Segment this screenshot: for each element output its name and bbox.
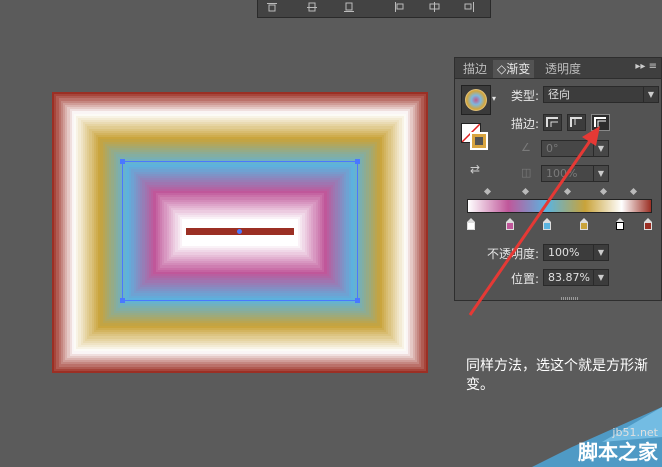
angle-input[interactable]: 0° ▼: [541, 140, 609, 157]
apply-gradient-across-stroke-button[interactable]: [591, 114, 610, 131]
panel-tab-bar: 描边 ◇渐变 透明度 ▸▸ ≡: [455, 58, 661, 79]
chevron-down-icon: ▼: [593, 166, 608, 181]
gradient-stop[interactable]: [543, 218, 552, 230]
align-vertical-center-icon[interactable]: [306, 2, 318, 12]
gradient-panel: 描边 ◇渐变 透明度 ▸▸ ≡ ▾ ⇄ 类型: 径向 ▼ 描边: ∠ 0° ▼ …: [454, 57, 662, 301]
selection-handle[interactable]: [120, 159, 125, 164]
align-top-icon[interactable]: [266, 2, 278, 12]
panel-resize-grip[interactable]: [561, 297, 579, 300]
selection-handle[interactable]: [355, 159, 360, 164]
opacity-input[interactable]: 100% ▼: [543, 244, 609, 261]
aspect-ratio-value: 100%: [546, 167, 578, 180]
gradient-stop[interactable]: [505, 218, 514, 230]
gradient-midpoint[interactable]: [483, 187, 492, 196]
location-value: 83.87%: [548, 271, 590, 284]
gradient-stop[interactable]: [580, 218, 589, 230]
stroke-label: 描边:: [511, 117, 540, 131]
opacity-value: 100%: [548, 246, 580, 259]
tab-transparency[interactable]: 透明度: [541, 60, 585, 78]
distribute-center-icon[interactable]: [428, 2, 440, 12]
gradient-midpoint[interactable]: [599, 187, 608, 196]
selection-handle[interactable]: [355, 298, 360, 303]
distribute-left-icon[interactable]: [393, 2, 405, 12]
location-input[interactable]: 83.87% ▼: [543, 269, 609, 286]
aspect-ratio-icon: ◫: [521, 166, 532, 179]
tab-gradient[interactable]: ◇渐变: [493, 60, 535, 78]
chevron-down-icon: ▼: [593, 141, 608, 156]
selection-handle[interactable]: [120, 298, 125, 303]
gradient-preview-swatch[interactable]: [461, 85, 491, 115]
tab-stroke[interactable]: 描边: [459, 60, 491, 78]
apply-gradient-along-stroke-button[interactable]: [567, 114, 586, 131]
gradient-midpoint[interactable]: [629, 187, 638, 196]
chevron-down-icon: ▼: [593, 270, 608, 285]
align-bottom-icon[interactable]: [343, 2, 355, 12]
swatch-dropdown-icon[interactable]: ▾: [492, 94, 496, 103]
opacity-label: 不透明度:: [487, 247, 540, 261]
gradient-stop[interactable]: [644, 218, 652, 230]
angle-value: 0°: [546, 142, 559, 155]
type-value: 径向: [548, 88, 570, 101]
gradient-stop[interactable]: [467, 218, 475, 230]
distribute-right-icon[interactable]: [463, 2, 475, 12]
reverse-gradient-icon[interactable]: ⇄: [470, 162, 480, 176]
apply-gradient-within-stroke-button[interactable]: [543, 114, 562, 131]
panel-menu-icon[interactable]: ▸▸ ≡: [635, 61, 657, 72]
angle-icon: ∠: [521, 141, 531, 154]
selection-center-point: [237, 229, 242, 234]
type-label: 类型:: [511, 89, 540, 103]
gradient-preview-circle: [465, 89, 487, 111]
gradient-slider[interactable]: [467, 199, 652, 213]
watermark-name: 脚本之家: [578, 440, 658, 464]
type-select[interactable]: 径向 ▼: [543, 86, 659, 103]
location-label: 位置:: [511, 272, 540, 286]
caption-text: 同样方法，选这个就是方形渐变。: [466, 358, 648, 393]
aspect-ratio-input[interactable]: 100% ▼: [541, 165, 609, 182]
chevron-down-icon: ▼: [593, 245, 608, 260]
gradient-stop[interactable]: [615, 218, 624, 230]
watermark: jb51.net 脚本之家: [512, 407, 662, 467]
align-toolbar: [257, 0, 491, 18]
gradient-midpoint[interactable]: [563, 187, 572, 196]
gradient-midpoint[interactable]: [521, 187, 530, 196]
stroke-swatch[interactable]: [470, 132, 488, 150]
chevron-down-icon: ▼: [643, 87, 658, 102]
